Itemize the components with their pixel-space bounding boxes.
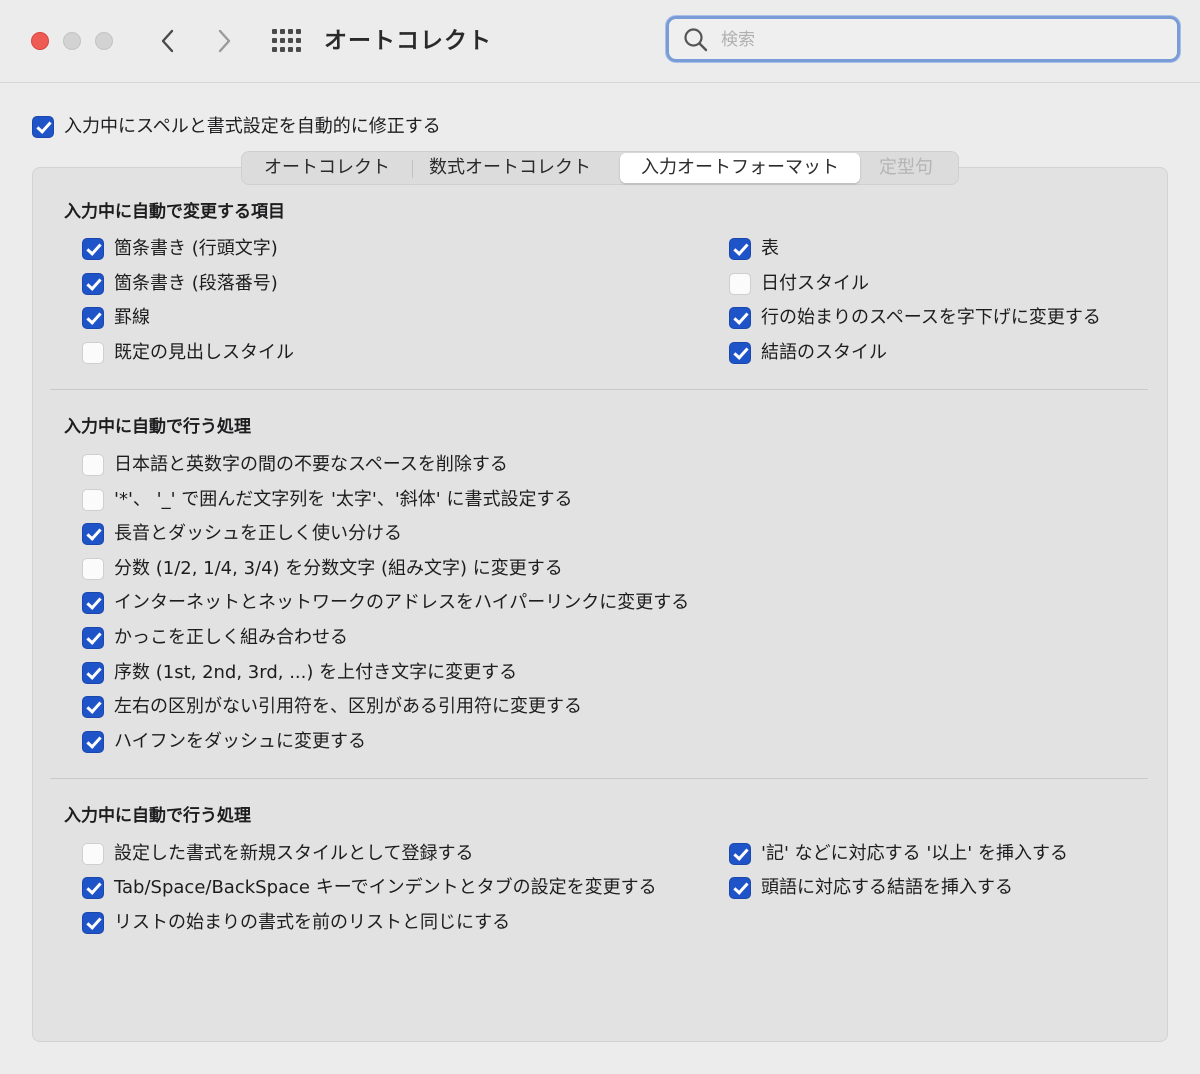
checkbox-label: 設定した書式を新規スタイルとして登録する	[114, 843, 474, 864]
checkbox-list-format[interactable]	[82, 912, 104, 934]
section-heading-apply: 入力中に自動で行う処理	[64, 417, 251, 437]
checkbox-label: インターネットとネットワークのアドレスをハイパーリンクに変更する	[114, 592, 690, 613]
checkbox-label: 箇条書き (行頭文字)	[114, 238, 278, 259]
tab-separator	[412, 160, 413, 178]
title-bar: オートコレクト	[0, 0, 1200, 83]
checkbox-label: かっこを正しく組み合わせる	[114, 627, 348, 648]
checkbox-label: 長音とダッシュを正しく使い分ける	[114, 523, 402, 544]
checkbox-label: 結語のスタイル	[761, 342, 887, 363]
checkbox-closing-style[interactable]	[729, 342, 751, 364]
tab-autoformat-as-you-type[interactable]: 入力オートフォーマット	[620, 153, 860, 183]
checkbox-smart-quotes[interactable]	[82, 696, 104, 718]
checkbox-label: 行の始まりのスペースを字下げに変更する	[761, 307, 1101, 328]
checkbox-insert-ijou[interactable]	[729, 843, 751, 865]
checkbox-bold-italic[interactable]	[82, 489, 104, 511]
checkbox-heading-styles[interactable]	[82, 342, 104, 364]
section-heading-apply-2: 入力中に自動で行う処理	[64, 806, 251, 826]
checkbox-label: 日本語と英数字の間の不要なスペースを削除する	[114, 454, 508, 475]
checkbox-label: 分数 (1/2, 1/4, 3/4) を分数文字 (組み文字) に変更する	[114, 558, 563, 579]
checkbox-leading-space-indent[interactable]	[729, 307, 751, 329]
checkbox-date-style[interactable]	[729, 273, 751, 295]
checkbox-match-brackets[interactable]	[82, 627, 104, 649]
tab-autotext: 定型句	[879, 157, 933, 178]
checkbox-ordinals[interactable]	[82, 662, 104, 684]
search-field[interactable]	[666, 16, 1180, 62]
checkbox-label: 表	[761, 238, 779, 259]
chevron-left-icon	[161, 29, 174, 53]
forward-button[interactable]	[209, 24, 239, 58]
close-window-button[interactable]	[31, 32, 49, 50]
section-divider	[50, 778, 1148, 779]
checkbox-label: 既定の見出しスタイル	[114, 342, 294, 363]
checkbox-bullets[interactable]	[82, 238, 104, 260]
show-all-grid-icon[interactable]	[271, 28, 303, 54]
search-input[interactable]	[719, 24, 1163, 56]
checkbox-label: ハイフンをダッシュに変更する	[114, 731, 366, 752]
checkbox-label: 罫線	[114, 307, 150, 328]
section-heading-replace: 入力中に自動で変更する項目	[64, 202, 285, 222]
checkbox-label: リストの始まりの書式を前のリストと同じにする	[114, 912, 511, 933]
master-autocorrect-label: 入力中にスペルと書式設定を自動的に修正する	[64, 116, 441, 137]
search-icon	[684, 28, 708, 52]
checkbox-insert-closing[interactable]	[729, 877, 751, 899]
checkbox-hyperlinks[interactable]	[82, 592, 104, 614]
minimize-window-button[interactable]	[63, 32, 81, 50]
checkbox-hyphens-dashes[interactable]	[82, 731, 104, 753]
section-divider	[50, 389, 1148, 390]
checkbox-fractions[interactable]	[82, 558, 104, 580]
checkbox-label: 頭語に対応する結語を挿入する	[761, 877, 1013, 898]
tab-autocorrect[interactable]: オートコレクト	[250, 152, 404, 184]
checkbox-label: 日付スタイル	[761, 273, 869, 294]
checkbox-borders[interactable]	[82, 307, 104, 329]
checkbox-define-styles[interactable]	[82, 843, 104, 865]
tab-math-autocorrect[interactable]: 数式オートコレクト	[420, 152, 600, 184]
preferences-window: オートコレクト 入力中にスペルと書式設定を自動的に修正する オートコレクト 数式…	[0, 0, 1200, 1074]
checkbox-tables[interactable]	[729, 238, 751, 260]
checkbox-label: 序数 (1st, 2nd, 3rd, ...) を上付き文字に変更する	[114, 662, 518, 683]
chevron-right-icon	[218, 29, 231, 53]
checkbox-remove-spaces[interactable]	[82, 454, 104, 476]
tab-bar: オートコレクト 数式オートコレクト 入力オートフォーマット 定型句	[241, 151, 959, 185]
checkbox-numbering[interactable]	[82, 273, 104, 295]
window-title: オートコレクト	[324, 28, 492, 54]
checkbox-long-vowel-dash[interactable]	[82, 523, 104, 545]
checkbox-label: '*'、 '_' で囲んだ文字列を '太字'、'斜体' に書式設定する	[114, 489, 573, 510]
checkbox-label: 左右の区別がない引用符を、区別がある引用符に変更する	[114, 696, 582, 717]
back-button[interactable]	[153, 24, 183, 58]
zoom-window-button[interactable]	[95, 32, 113, 50]
checkbox-label: Tab/Space/BackSpace キーでインデントとタブの設定を変更する	[114, 877, 657, 898]
checkbox-label: '記' などに対応する '以上' を挿入する	[761, 843, 1068, 864]
checkbox-tab-indent[interactable]	[82, 877, 104, 899]
master-autocorrect-checkbox[interactable]	[32, 116, 54, 138]
checkbox-label: 箇条書き (段落番号)	[114, 273, 278, 294]
